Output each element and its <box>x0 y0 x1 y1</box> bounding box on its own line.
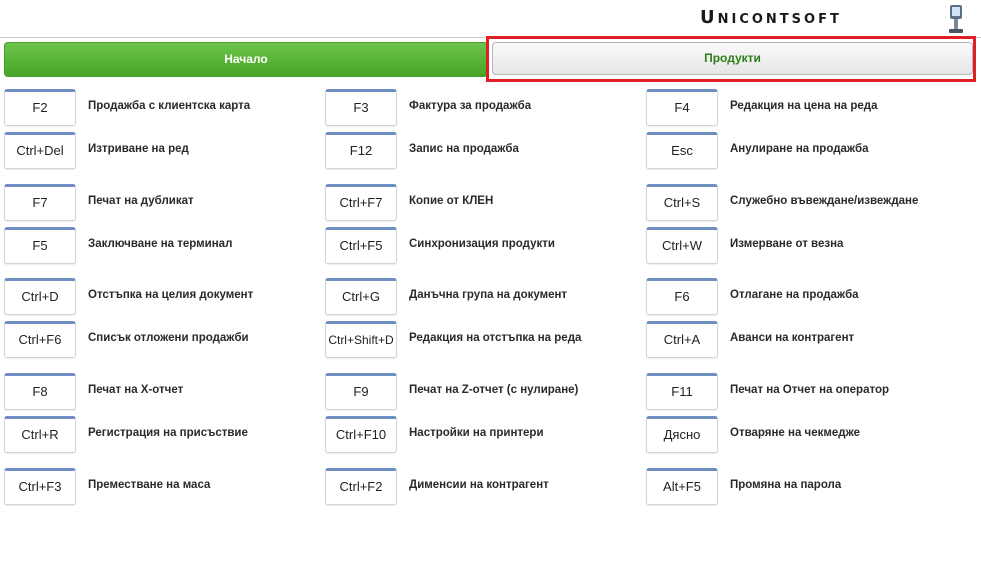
shortcut-label: Отваряне на чекмедже <box>730 427 860 439</box>
shortcut-label: Настройки на принтери <box>409 427 544 439</box>
shortcut-item: F9 Печат на Z-отчет (с нулиране) <box>325 373 625 413</box>
shortcut-item: F4 Редакция на цена на реда <box>646 89 946 129</box>
shortcut-key-button[interactable]: Ctrl+F3 <box>4 468 76 505</box>
shortcut-key-button[interactable]: F6 <box>646 278 718 315</box>
shortcut-key-button[interactable]: Ctrl+F6 <box>4 321 76 358</box>
shortcut-item: Ctrl+G Данъчна група на документ <box>325 278 625 318</box>
shortcut-item: Alt+F5 Промяна на парола <box>646 468 946 508</box>
shortcut-item: Ctrl+Del Изтриване на ред <box>4 132 304 172</box>
shortcut-item: F12 Запис на продажба <box>325 132 625 172</box>
shortcut-label: Отлагане на продажба <box>730 289 859 301</box>
shortcut-key-button[interactable]: Ctrl+F7 <box>325 184 397 221</box>
shortcut-label: Дименсии на контрагент <box>409 479 549 491</box>
shortcut-item: Ctrl+F3 Преместване на маса <box>4 468 304 508</box>
shortcut-label: Аванси на контрагент <box>730 332 855 344</box>
shortcut-key-button[interactable]: Ctrl+W <box>646 227 718 264</box>
shortcut-item: F6 Отлагане на продажба <box>646 278 946 318</box>
shortcut-label: Анулиране на продажба <box>730 143 869 155</box>
shortcut-label: Служебно въвеждане/извеждане <box>730 195 919 207</box>
shortcut-key-button[interactable]: Ctrl+Shift+D <box>325 321 397 358</box>
shortcut-grid: F2 Продажба с клиентска карта F3 Фактура… <box>0 0 981 582</box>
shortcut-key-button[interactable]: Дясно <box>646 416 718 453</box>
shortcut-key-button[interactable]: F12 <box>325 132 397 169</box>
shortcut-key-button[interactable]: F3 <box>325 89 397 126</box>
shortcut-key-button[interactable]: F4 <box>646 89 718 126</box>
shortcut-item: Esc Анулиране на продажба <box>646 132 946 172</box>
shortcut-item: F8 Печат на X-отчет <box>4 373 304 413</box>
shortcut-item: F2 Продажба с клиентска карта <box>4 89 304 129</box>
shortcut-key-button[interactable]: F9 <box>325 373 397 410</box>
shortcut-label: Изтриване на ред <box>88 143 189 155</box>
shortcut-key-button[interactable]: Ctrl+F5 <box>325 227 397 264</box>
shortcut-key-button[interactable]: F11 <box>646 373 718 410</box>
shortcut-key-button[interactable]: F8 <box>4 373 76 410</box>
shortcut-item: Ctrl+A Аванси на контрагент <box>646 321 946 361</box>
shortcut-key-button[interactable]: Alt+F5 <box>646 468 718 505</box>
shortcut-item: Ctrl+F2 Дименсии на контрагент <box>325 468 625 508</box>
shortcut-label: Данъчна група на документ <box>409 289 568 301</box>
shortcut-key-button[interactable]: Esc <box>646 132 718 169</box>
shortcut-key-button[interactable]: F2 <box>4 89 76 126</box>
shortcut-item: F3 Фактура за продажба <box>325 89 625 129</box>
shortcut-label: Синхронизация продукти <box>409 238 555 250</box>
shortcut-item: Ctrl+D Отстъпка на целия документ <box>4 278 304 318</box>
shortcut-label: Измерване от везна <box>730 238 844 250</box>
shortcut-item: Ctrl+F7 Копие от КЛЕН <box>325 184 625 224</box>
shortcut-label: Регистрация на присъствие <box>88 427 248 439</box>
shortcut-item: Ctrl+F6 Списък отложени продажби <box>4 321 304 361</box>
shortcut-label: Печат на X-отчет <box>88 384 184 396</box>
shortcut-item: F7 Печат на дубликат <box>4 184 304 224</box>
shortcut-item: Дясно Отваряне на чекмедже <box>646 416 946 456</box>
shortcut-key-button[interactable]: Ctrl+D <box>4 278 76 315</box>
shortcut-key-button[interactable]: Ctrl+Del <box>4 132 76 169</box>
shortcut-label: Запис на продажба <box>409 143 519 155</box>
shortcut-key-button[interactable]: Ctrl+F10 <box>325 416 397 453</box>
shortcut-label: Отстъпка на целия документ <box>88 289 254 301</box>
shortcut-item: F11 Печат на Отчет на оператор <box>646 373 946 413</box>
shortcut-key-button[interactable]: F7 <box>4 184 76 221</box>
shortcut-key-button[interactable]: Ctrl+S <box>646 184 718 221</box>
shortcut-label: Продажба с клиентска карта <box>88 100 251 112</box>
shortcut-label: Фактура за продажба <box>409 100 532 112</box>
shortcut-item: F5 Заключване на терминал <box>4 227 304 267</box>
shortcut-label: Печат на Отчет на оператор <box>730 384 889 396</box>
shortcut-label: Заключване на терминал <box>88 238 233 250</box>
shortcut-label: Копие от КЛЕН <box>409 195 494 207</box>
shortcut-label: Списък отложени продажби <box>88 332 249 344</box>
shortcut-label: Печат на Z-отчет (с нулиране) <box>409 384 579 396</box>
shortcut-key-button[interactable]: Ctrl+G <box>325 278 397 315</box>
shortcut-item: Ctrl+F10 Настройки на принтери <box>325 416 625 456</box>
shortcut-key-button[interactable]: F5 <box>4 227 76 264</box>
shortcut-label: Промяна на парола <box>730 479 842 491</box>
shortcut-key-button[interactable]: Ctrl+F2 <box>325 468 397 505</box>
shortcut-item: Ctrl+R Регистрация на присъствие <box>4 416 304 456</box>
shortcut-label: Преместване на маса <box>88 479 211 491</box>
shortcut-item: Ctrl+W Измерване от везна <box>646 227 946 267</box>
shortcut-key-button[interactable]: Ctrl+A <box>646 321 718 358</box>
shortcut-item: Ctrl+Shift+D Редакция на отстъпка на ред… <box>325 321 625 361</box>
shortcut-item: Ctrl+F5 Синхронизация продукти <box>325 227 625 267</box>
shortcut-key-button[interactable]: Ctrl+R <box>4 416 76 453</box>
shortcut-item: Ctrl+S Служебно въвеждане/извеждане <box>646 184 946 224</box>
shortcut-label: Редакция на цена на реда <box>730 100 878 112</box>
shortcut-label: Редакция на отстъпка на реда <box>409 332 582 344</box>
shortcut-label: Печат на дубликат <box>88 195 194 207</box>
